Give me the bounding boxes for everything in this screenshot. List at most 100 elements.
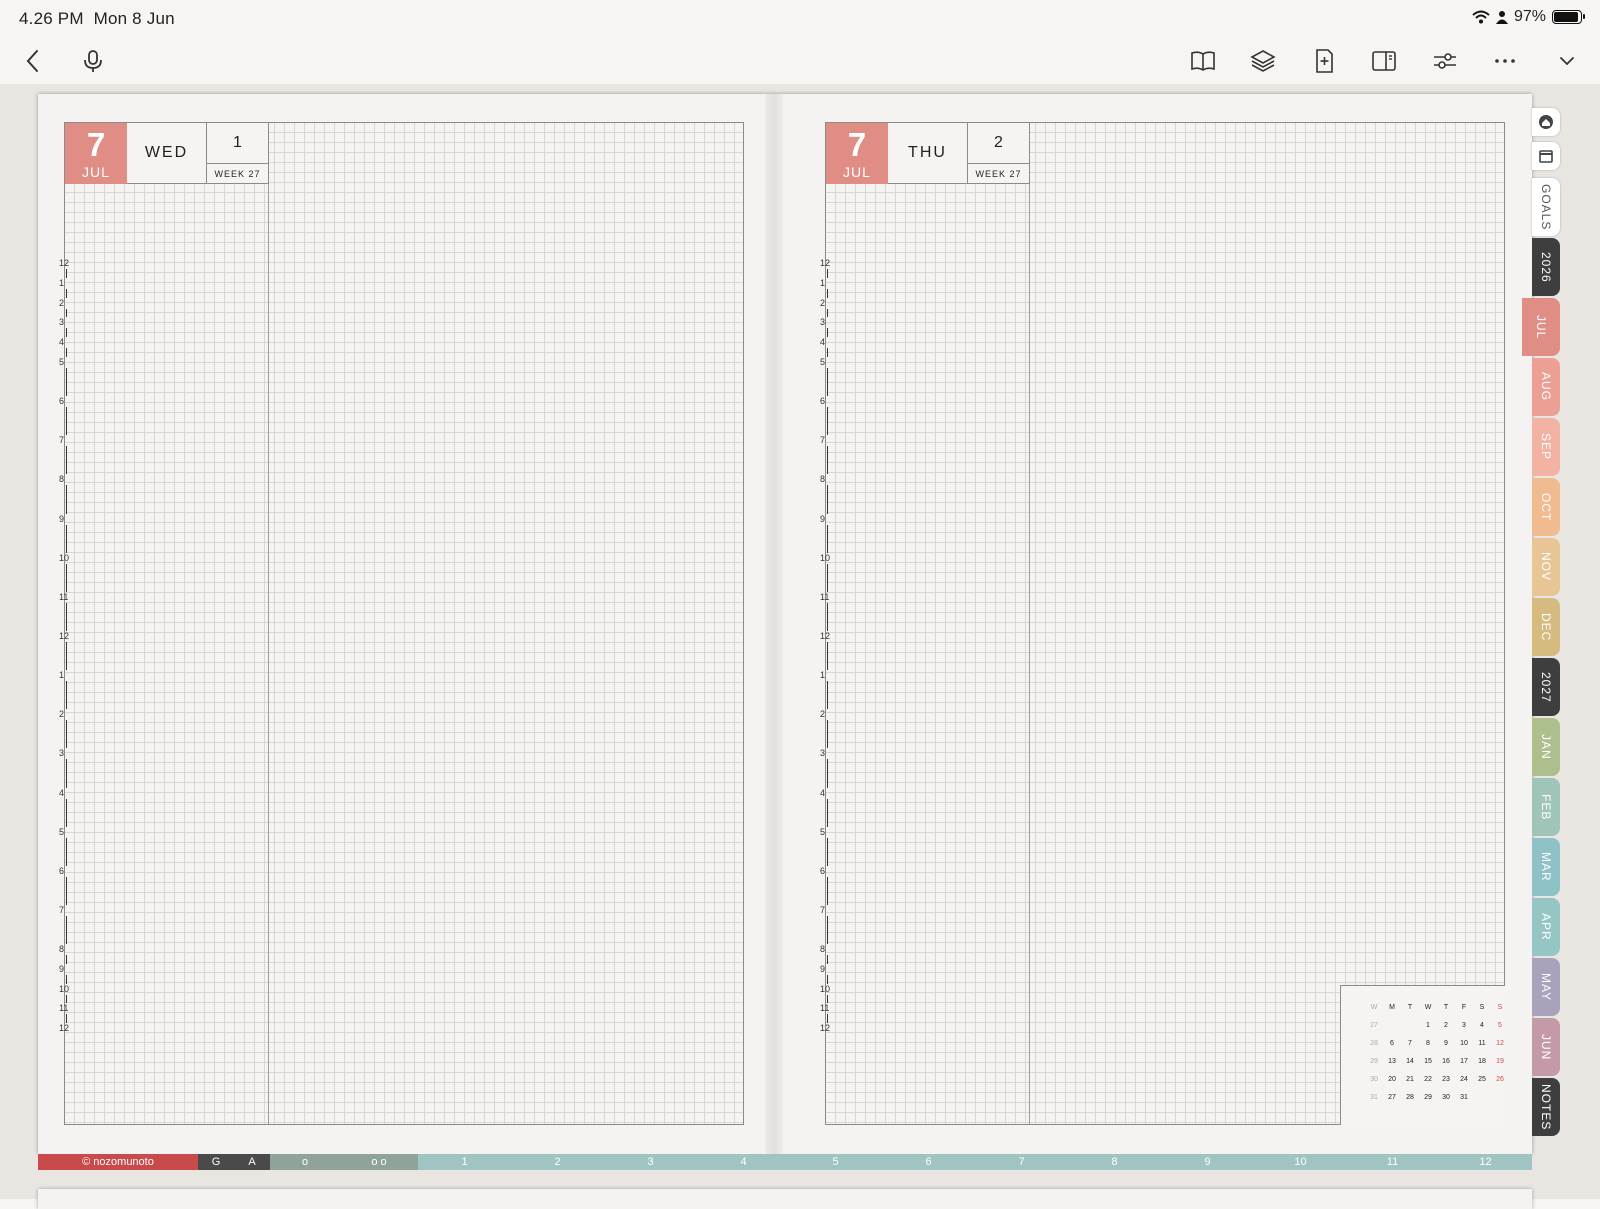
side-tab-label: MAY bbox=[1539, 972, 1553, 1002]
strip-month-10[interactable]: 10 bbox=[1254, 1154, 1347, 1170]
clock-text: 4.26 PM bbox=[19, 9, 84, 28]
strip-month-3[interactable]: 3 bbox=[604, 1154, 697, 1170]
side-tab-label: GOALS bbox=[1539, 183, 1553, 231]
calendar-day: 19 bbox=[1496, 1058, 1504, 1065]
side-tab-label: 2026 bbox=[1539, 251, 1553, 283]
calendar-day: 10 bbox=[1460, 1040, 1468, 1047]
daily-page-right[interactable]: 7 JUL THU 2 WEEK 27 12 1 2 3 4 5 6 7 8 9 10 11 12 1 2 3… bbox=[820, 122, 1505, 1125]
day-number-box: 2 WEEK 27 bbox=[968, 123, 1030, 184]
hour-label: 11 bbox=[59, 1003, 69, 1013]
hour-label: 12 bbox=[59, 1023, 70, 1033]
strip-month-4[interactable]: 4 bbox=[697, 1154, 790, 1170]
strip-month-11[interactable]: 11 bbox=[1346, 1154, 1439, 1170]
hour-label: 7 bbox=[820, 905, 826, 915]
strip-month-8[interactable]: 8 bbox=[1068, 1154, 1161, 1170]
microphone-button[interactable] bbox=[78, 46, 108, 76]
hour-label: 3 bbox=[820, 317, 826, 327]
side-tab-label: JUN bbox=[1539, 1033, 1553, 1061]
hour-tick bbox=[827, 309, 828, 317]
calendar-week-number: 30 bbox=[1370, 1076, 1378, 1083]
hour-label: 3 bbox=[820, 748, 826, 758]
home-tab[interactable] bbox=[1532, 108, 1560, 136]
hour-label: 2 bbox=[59, 709, 65, 719]
hour-tick bbox=[827, 485, 828, 514]
strip-month-1[interactable]: 1 bbox=[418, 1154, 511, 1170]
hour-tick bbox=[827, 368, 828, 396]
hour-tick bbox=[66, 368, 67, 396]
side-tab-goals[interactable]: GOALS bbox=[1532, 178, 1560, 236]
collapse-toolbar-button[interactable] bbox=[1552, 46, 1582, 76]
strip-month-9[interactable]: 9 bbox=[1161, 1154, 1254, 1170]
battery-icon bbox=[1552, 10, 1585, 24]
side-tab-aug[interactable]: AUG bbox=[1532, 358, 1560, 416]
side-tab-label: AUG bbox=[1539, 372, 1553, 402]
side-tab-label: FEB bbox=[1539, 793, 1553, 821]
side-tab-notes[interactable]: NOTES bbox=[1532, 1078, 1560, 1136]
more-button[interactable] bbox=[1490, 46, 1520, 76]
side-tab-jun[interactable]: JUN bbox=[1532, 1018, 1560, 1076]
hour-label: 4 bbox=[59, 337, 65, 347]
side-tab-dec[interactable]: DEC bbox=[1532, 598, 1560, 656]
hour-label: 12 bbox=[59, 631, 70, 641]
strip-month-6[interactable]: 6 bbox=[882, 1154, 975, 1170]
side-tab-apr[interactable]: APR bbox=[1532, 898, 1560, 956]
calendar-day: 27 bbox=[1388, 1094, 1396, 1101]
hour-label: 12 bbox=[820, 631, 831, 641]
hour-tick bbox=[827, 446, 828, 474]
hour-label: 8 bbox=[59, 474, 65, 484]
calendar-day: 1 bbox=[1426, 1022, 1430, 1029]
strip-link-dot[interactable]: o bbox=[270, 1154, 340, 1170]
side-tab-sep[interactable]: SEP bbox=[1532, 418, 1560, 476]
hour-tick bbox=[827, 328, 828, 337]
hour-tick bbox=[827, 838, 828, 866]
calendar-weekday-header: S bbox=[1497, 1004, 1503, 1011]
calendar-day: 14 bbox=[1406, 1058, 1414, 1065]
strip-month-2[interactable]: 2 bbox=[511, 1154, 604, 1170]
sidebar-panel-button[interactable] bbox=[1369, 46, 1399, 76]
side-tab-may[interactable]: MAY bbox=[1532, 958, 1560, 1016]
side-tab-nov[interactable]: NOV bbox=[1532, 538, 1560, 596]
book-view-icon bbox=[1191, 51, 1215, 71]
calendar-day: 12 bbox=[1496, 1040, 1504, 1047]
hour-tick bbox=[66, 877, 67, 905]
side-tab-2026[interactable]: 2026 bbox=[1532, 238, 1560, 296]
hour-label: 3 bbox=[59, 748, 65, 758]
strip-link-dots[interactable]: o o bbox=[340, 1154, 418, 1170]
hour-tick bbox=[66, 446, 67, 474]
chevron-down-icon bbox=[1560, 57, 1574, 66]
book-view-button[interactable] bbox=[1188, 46, 1218, 76]
hour-tick bbox=[827, 681, 828, 709]
hour-tick bbox=[66, 759, 67, 788]
hour-label: 4 bbox=[820, 337, 826, 347]
side-tab-mar[interactable]: MAR bbox=[1532, 838, 1560, 896]
hour-tick bbox=[66, 269, 67, 278]
calendar-week-number: 31 bbox=[1370, 1094, 1378, 1101]
side-tab-jan[interactable]: JAN bbox=[1532, 718, 1560, 776]
hour-tick bbox=[827, 525, 828, 553]
calendar-day: 31 bbox=[1460, 1094, 1468, 1101]
strip-month-7[interactable]: 7 bbox=[975, 1154, 1068, 1170]
side-tab-jul[interactable]: JUL bbox=[1522, 298, 1560, 356]
strip-month-5[interactable]: 5 bbox=[789, 1154, 882, 1170]
side-tab-oct[interactable]: OCT bbox=[1532, 478, 1560, 536]
hour-tick bbox=[66, 348, 67, 357]
back-chevron-icon bbox=[26, 50, 38, 72]
strip-link-goals[interactable]: G bbox=[198, 1154, 234, 1170]
hour-tick bbox=[66, 328, 67, 337]
side-tab-2027[interactable]: 2027 bbox=[1532, 658, 1560, 716]
daily-page-left[interactable]: 7 JUL WED 1 WEEK 27 12 1 2 3 4 5 6 7 8 9 10 11 12 1 2 3… bbox=[59, 122, 744, 1125]
add-page-button[interactable] bbox=[1309, 46, 1339, 76]
layers-icon bbox=[1250, 50, 1276, 72]
strip-month-12[interactable]: 12 bbox=[1439, 1154, 1532, 1170]
strip-link-a[interactable]: A bbox=[234, 1154, 270, 1170]
layers-button[interactable] bbox=[1248, 46, 1278, 76]
calendar-tab[interactable] bbox=[1532, 142, 1560, 170]
adjust-settings-button[interactable] bbox=[1430, 46, 1460, 76]
microphone-icon bbox=[84, 50, 102, 72]
calendar-day bbox=[1401, 1020, 1419, 1031]
side-tab-feb[interactable]: FEB bbox=[1532, 778, 1560, 836]
hour-tick bbox=[827, 877, 828, 905]
brand-strip: © nozomunoto bbox=[38, 1154, 198, 1170]
back-button[interactable] bbox=[18, 46, 48, 76]
status-bar: 4.26 PM Mon 8 Jun 97% bbox=[0, 0, 1600, 38]
